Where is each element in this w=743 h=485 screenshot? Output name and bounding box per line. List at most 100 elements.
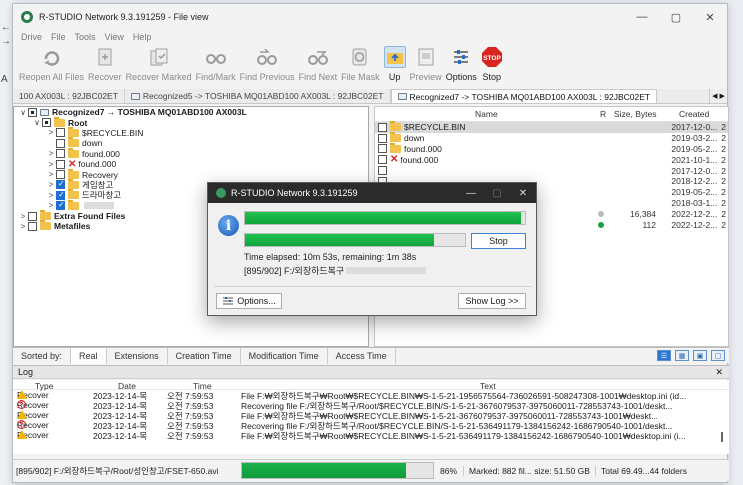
menu-tools[interactable]: Tools xyxy=(75,32,96,42)
tab-scroll-arrows[interactable]: ◀ ▶ xyxy=(709,89,727,103)
file-mask-button[interactable]: File Mask xyxy=(339,46,382,88)
tree-checkbox[interactable] xyxy=(56,179,65,190)
toolbar-label: Stop xyxy=(482,72,501,82)
log-row[interactable]: Recover 2023-12-14-목 오전 7:59:53 File F:₩외장하… xyxy=(13,410,729,421)
options-dialog-button[interactable]: Options... xyxy=(216,293,282,309)
menu-drive[interactable]: Drive xyxy=(21,32,42,42)
menu-file[interactable]: File xyxy=(51,32,66,42)
recover-marked-button[interactable]: Recover Marked xyxy=(124,46,194,88)
tab-recognized7[interactable]: Recognized7 -> TOSHIBA MQ01ABD100 AX003L… xyxy=(390,89,658,103)
find-previous-button[interactable]: Find Previous xyxy=(238,46,297,88)
maximize-button[interactable]: ▢ xyxy=(659,4,693,30)
show-log-button[interactable]: Show Log >> xyxy=(458,293,526,309)
expand-toggle-icon[interactable]: > xyxy=(18,212,28,221)
find-mark-button[interactable]: Find/Mark xyxy=(194,46,238,88)
column-r[interactable]: R xyxy=(600,109,606,119)
sort-access-time[interactable]: Access Time xyxy=(328,347,396,364)
tree-checkbox[interactable] xyxy=(42,118,51,128)
tree-item-label: Recognized7 → TOSHIBA MQ01ABD100 AX003L xyxy=(52,107,247,118)
expand-toggle-icon[interactable]: > xyxy=(46,191,56,200)
tree-checkbox[interactable] xyxy=(28,221,37,231)
dialog-stop-button[interactable]: Stop xyxy=(471,233,526,249)
column-name[interactable]: Name xyxy=(475,109,498,119)
file-checkbox[interactable] xyxy=(378,155,387,165)
sort-creation-time[interactable]: Creation Time xyxy=(168,347,241,364)
status-percent: 86% xyxy=(434,465,465,476)
sort-extensions[interactable]: Extensions xyxy=(107,347,168,364)
tree-item[interactable]: ∨ Recognized7 → TOSHIBA MQ01ABD100 AX003L xyxy=(14,107,368,117)
up-button[interactable]: Up xyxy=(382,46,408,88)
file-row[interactable]: found.000 2019-05-2... 2 xyxy=(375,142,728,155)
dialog-close-button[interactable]: ✕ xyxy=(510,188,536,199)
file-row[interactable]: 2017-12-0... 2 xyxy=(375,165,728,176)
file-checkbox[interactable] xyxy=(378,166,387,176)
details-view-icon[interactable]: ☰ xyxy=(657,350,671,361)
tree-checkbox[interactable] xyxy=(56,159,65,169)
menu-help[interactable]: Help xyxy=(133,32,152,42)
log-scrollbar[interactable] xyxy=(721,432,723,442)
file-checkbox[interactable] xyxy=(378,133,387,143)
column-created[interactable]: Created xyxy=(679,109,709,119)
folder-icon xyxy=(68,199,79,210)
log-close-icon[interactable]: ✕ xyxy=(715,367,723,378)
log-row[interactable]: ✕ Recover 2023-12-14-목 오전 7:59:53 Recovering… xyxy=(13,420,729,431)
expand-toggle-icon[interactable]: > xyxy=(46,128,56,137)
sort-real[interactable]: Real xyxy=(71,347,107,364)
tree-item[interactable]: > found.000 xyxy=(14,147,368,159)
tree-checkbox[interactable] xyxy=(56,128,65,138)
reopen-all-files-button[interactable]: Reopen All Files xyxy=(17,46,86,88)
tree-checkbox[interactable] xyxy=(56,149,65,159)
file-checkbox[interactable] xyxy=(378,144,387,154)
background-label: ← xyxy=(1,22,11,33)
tree-checkbox[interactable] xyxy=(56,190,65,200)
tab-recognized5[interactable]: Recognized5 -> TOSHIBA MQ01ABD100 AX003L… xyxy=(125,89,391,103)
log-row[interactable]: ✕ Recover 2023-12-14-목 오전 7:59:53 Recovering… xyxy=(13,400,729,411)
file-row[interactable]: ✕ found.000 2021-10-1... 2 xyxy=(375,154,728,165)
expand-toggle-icon[interactable]: > xyxy=(46,170,56,179)
stop-button[interactable]: STOP Stop xyxy=(479,46,505,88)
file-row[interactable]: $RECYCLE.BIN 2017-12-0... 2 xyxy=(375,121,728,133)
expand-toggle-icon[interactable]: ∨ xyxy=(18,108,28,117)
tree-checkbox[interactable] xyxy=(56,200,65,211)
preview-view-icon[interactable]: ▢ xyxy=(711,350,725,361)
dialog-maximize-button[interactable]: ▢ xyxy=(484,188,510,199)
find-next-button[interactable]: Find Next xyxy=(297,46,340,88)
tree-checkbox[interactable] xyxy=(56,170,65,180)
file-checkbox[interactable] xyxy=(378,122,387,132)
dialog-title-bar: R-STUDIO Network 9.3.191259 — ▢ ✕ xyxy=(208,183,536,203)
minimize-button[interactable]: — xyxy=(625,4,659,30)
expand-toggle-icon[interactable]: > xyxy=(18,222,28,231)
up-folder-icon xyxy=(383,46,406,68)
tree-checkbox[interactable] xyxy=(28,211,37,221)
log-row[interactable]: Recover 2023-12-14-목 오전 7:59:53 File F:₩외장하… xyxy=(13,430,729,441)
expand-toggle-icon[interactable]: > xyxy=(46,180,56,189)
drive-icon xyxy=(130,92,140,100)
recover-button[interactable]: Recover xyxy=(86,46,124,88)
icons-view-icon[interactable]: ▣ xyxy=(693,350,707,361)
tree-checkbox[interactable] xyxy=(28,107,37,117)
expand-toggle-icon[interactable]: > xyxy=(46,160,56,169)
file-created: 2017-12-0... 2 xyxy=(671,166,726,176)
tree-item-label: Extra Found Files xyxy=(54,211,126,222)
file-extra-column: 2 xyxy=(721,208,726,219)
expand-toggle-icon[interactable]: ∨ xyxy=(32,118,42,127)
log-row[interactable]: Recover 2023-12-14-목 오전 7:59:53 File F:₩외장하… xyxy=(13,390,729,401)
tree-checkbox[interactable] xyxy=(56,138,65,148)
dialog-minimize-button[interactable]: — xyxy=(458,188,484,199)
close-button[interactable]: ✕ xyxy=(693,4,727,30)
expand-toggle-icon[interactable]: > xyxy=(46,201,56,210)
log-type: Recover xyxy=(17,430,49,440)
sort-modification-time[interactable]: Modification Time xyxy=(241,347,328,364)
error-icon: ✕ xyxy=(17,400,26,409)
preview-button[interactable]: Preview xyxy=(408,46,444,88)
expand-toggle-icon[interactable]: > xyxy=(46,149,56,158)
list-view-icon[interactable]: ▦ xyxy=(675,350,689,361)
file-row[interactable]: down 2019-03-2... 2 xyxy=(375,132,728,144)
column-size[interactable]: Size, Bytes xyxy=(614,109,657,119)
file-extra-column: 2 xyxy=(721,122,726,133)
tab-label: 100 AX003L : 92JBC02ET xyxy=(19,91,118,101)
menu-view[interactable]: View xyxy=(105,32,124,42)
tab-drive-1[interactable]: 100 AX003L : 92JBC02ET xyxy=(13,89,125,103)
file-text-value: [895/902] F:/외장하드복구 xyxy=(244,266,345,276)
options-button[interactable]: Options xyxy=(444,46,479,88)
